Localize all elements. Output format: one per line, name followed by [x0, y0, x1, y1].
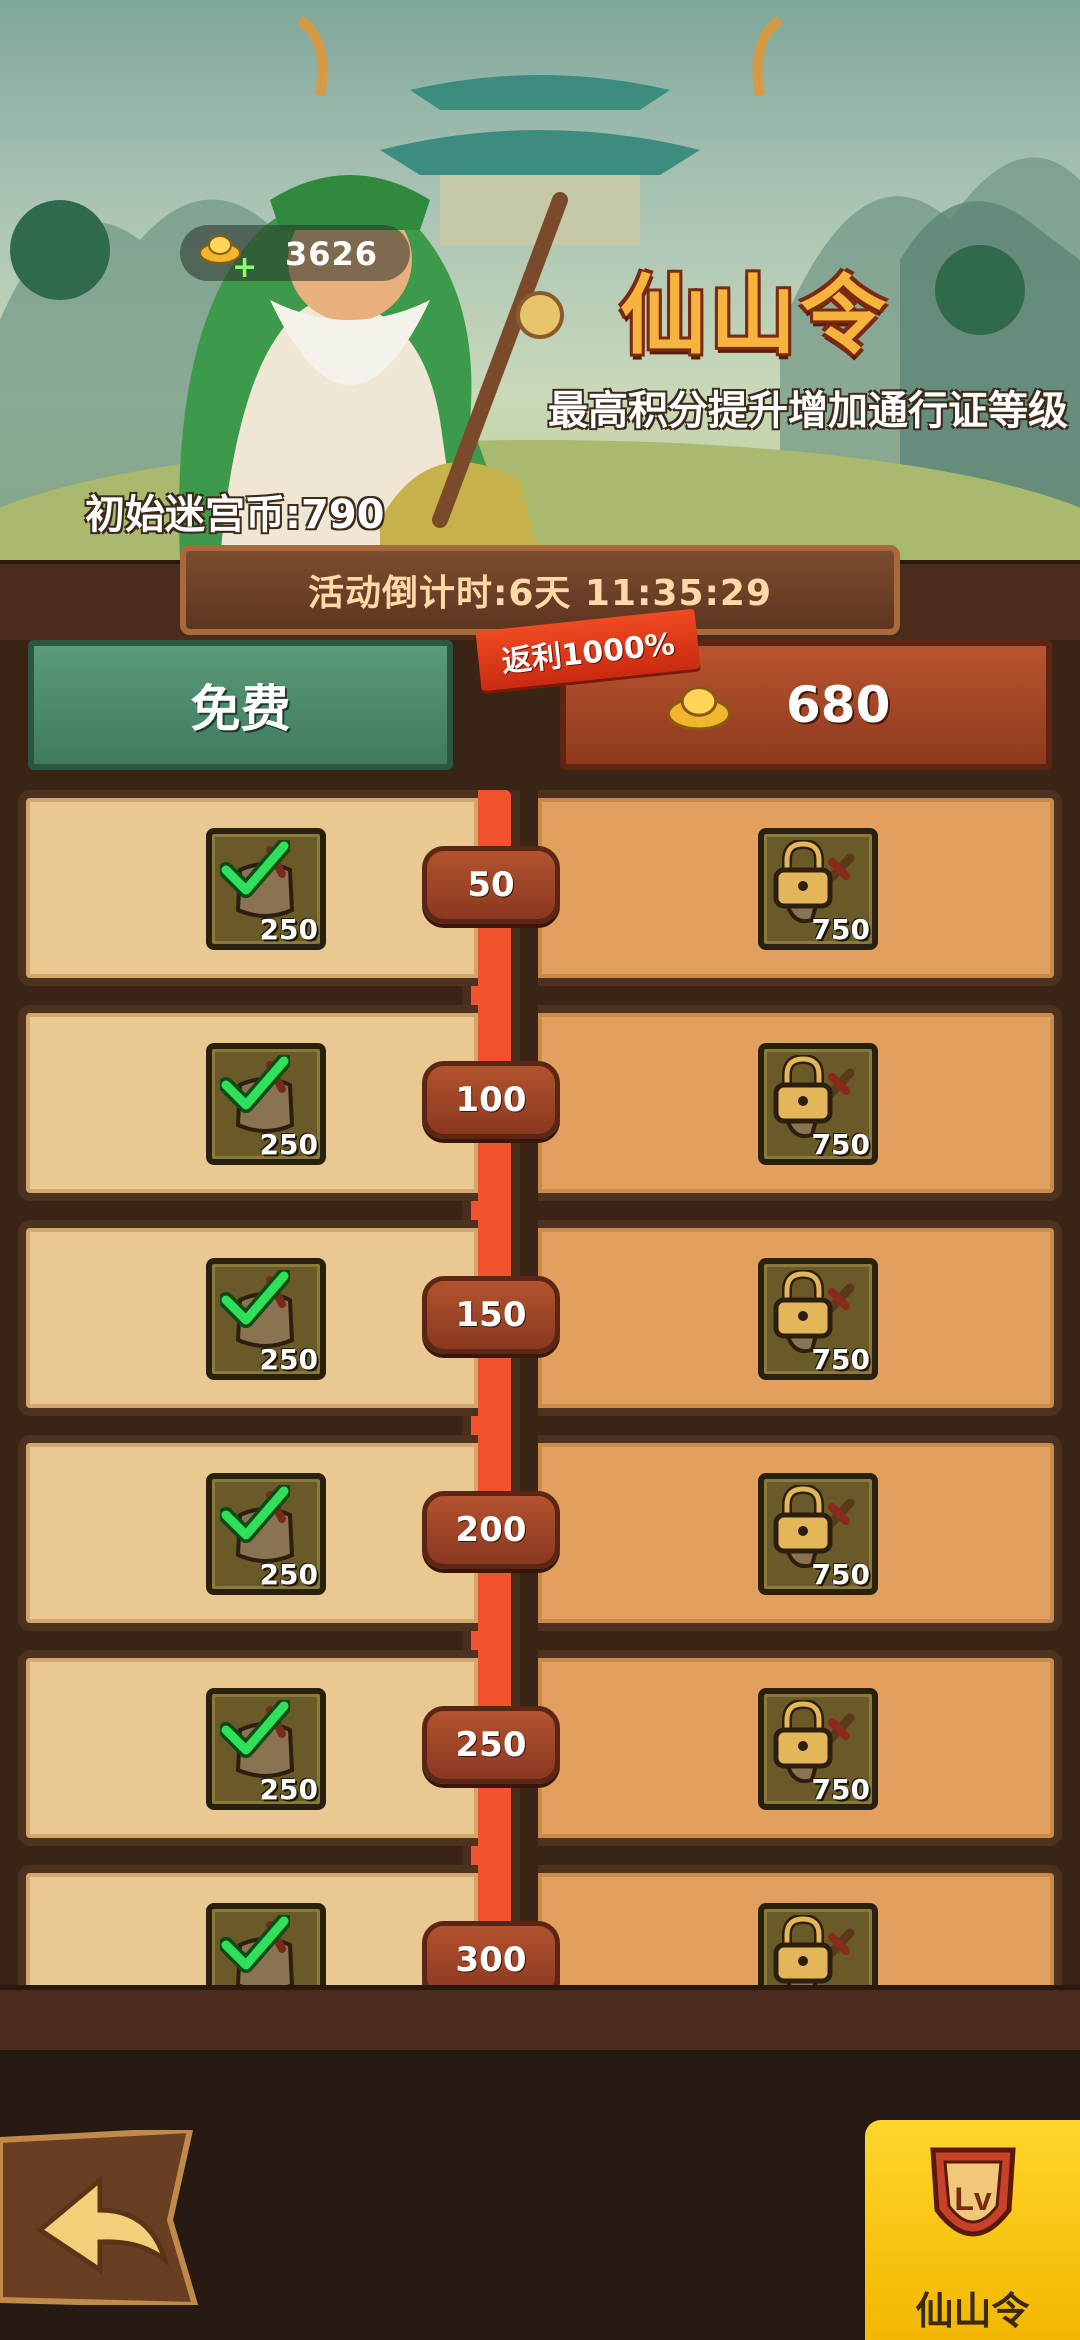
event-countdown: 活动倒计时:6天 11:35:29	[180, 545, 900, 635]
free-reward-cell[interactable]: 250	[18, 1435, 478, 1631]
free-track-header: 免费	[28, 640, 453, 770]
reward-list[interactable]: 250 750 250 750 250 750 250 750 250 750 …	[0, 790, 1080, 1985]
premium-reward-cell[interactable]: 750	[538, 790, 1062, 986]
pass-badge-text: Lv	[954, 2181, 992, 2217]
free-reward-cell[interactable]: 250	[18, 790, 478, 986]
bonus-ribbon-text: 返利1000%	[500, 627, 677, 680]
initial-coins: 初始迷宫币:790	[85, 492, 385, 538]
pass-badge-icon: Lv	[930, 2147, 1016, 2237]
free-reward-item[interactable]: 250	[206, 1473, 326, 1595]
lock-icon	[773, 1055, 833, 1124]
free-reward-qty: 250	[259, 1343, 318, 1376]
free-reward-cell[interactable]: 250	[18, 1865, 478, 1985]
pass-level-button[interactable]: Lv 仙山令	[865, 2120, 1080, 2340]
level-badge: 50	[422, 846, 560, 924]
event-title: 仙山令	[620, 266, 890, 366]
level-value: 250	[455, 1725, 527, 1765]
premium-reward-cell[interactable]: 750	[538, 1220, 1062, 1416]
free-reward-item[interactable]: 250	[206, 1043, 326, 1165]
level-badge: 300	[422, 1921, 560, 1985]
free-reward-qty: 250	[259, 913, 318, 946]
check-icon	[220, 1055, 290, 1113]
check-icon	[220, 1270, 290, 1328]
premium-reward-qty: 750	[811, 913, 870, 946]
level-badge: 200	[422, 1491, 560, 1569]
gold-amount: 3626	[285, 235, 379, 273]
premium-reward-item[interactable]: 750	[758, 1903, 878, 1985]
premium-reward-item[interactable]: 750	[758, 1258, 878, 1380]
countdown-text: 活动倒计时:6天 11:35:29	[307, 573, 773, 614]
level-badge: 150	[422, 1276, 560, 1354]
level-value: 100	[455, 1080, 527, 1120]
free-reward-item[interactable]: 250	[206, 1688, 326, 1810]
lock-icon	[773, 1915, 833, 1984]
gold-ingot-icon	[666, 686, 732, 731]
free-reward-cell[interactable]: 250	[18, 1005, 478, 1201]
check-icon	[220, 1700, 290, 1758]
event-subtitle: 最高积分提升增加通行证等级	[548, 388, 1068, 434]
premium-reward-cell[interactable]: 750	[538, 1435, 1062, 1631]
check-icon	[220, 840, 290, 898]
free-reward-item[interactable]: 250	[206, 1903, 326, 1985]
premium-reward-item[interactable]: 750	[758, 1688, 878, 1810]
premium-reward-cell[interactable]: 750	[538, 1005, 1062, 1201]
premium-reward-qty: 750	[811, 1773, 870, 1806]
premium-reward-item[interactable]: 750	[758, 1043, 878, 1165]
premium-reward-qty: 750	[811, 1558, 870, 1591]
wood-divider-bottom	[0, 1985, 1080, 2055]
level-badge: 100	[422, 1061, 560, 1139]
premium-reward-cell[interactable]: 750	[538, 1650, 1062, 1846]
check-icon	[220, 1915, 290, 1973]
premium-reward-item[interactable]: 750	[758, 1473, 878, 1595]
level-value: 50	[467, 865, 515, 905]
lock-icon	[773, 1270, 833, 1339]
premium-reward-qty: 750	[811, 1343, 870, 1376]
free-reward-qty: 250	[259, 1558, 318, 1591]
free-reward-qty: 250	[259, 1773, 318, 1806]
free-reward-cell[interactable]: 250	[18, 1650, 478, 1846]
level-badge: 250	[422, 1706, 560, 1784]
premium-reward-qty: 750	[811, 1128, 870, 1161]
free-reward-qty: 250	[259, 1128, 318, 1161]
free-reward-cell[interactable]: 250	[18, 1220, 478, 1416]
level-value: 300	[455, 1940, 527, 1980]
free-label: 免费	[190, 680, 291, 738]
free-reward-item[interactable]: 250	[206, 1258, 326, 1380]
lock-icon	[773, 1700, 833, 1769]
check-icon	[220, 1485, 290, 1543]
event-banner: + 3626 仙山令 最高积分提升增加通行证等级 初始迷宫币:790	[0, 0, 1080, 570]
add-gold-icon[interactable]: +	[232, 253, 257, 283]
back-button[interactable]	[0, 2130, 205, 2305]
premium-price: 680	[786, 676, 891, 734]
lock-icon	[773, 840, 833, 909]
gold-balance[interactable]: + 3626	[180, 225, 410, 283]
level-value: 200	[455, 1510, 527, 1550]
level-value: 150	[455, 1295, 527, 1335]
lock-icon	[773, 1485, 833, 1554]
pass-level-label: 仙山令	[915, 2289, 1030, 2333]
free-reward-item[interactable]: 250	[206, 828, 326, 950]
premium-reward-cell[interactable]: 750	[538, 1865, 1062, 1985]
premium-reward-item[interactable]: 750	[758, 828, 878, 950]
